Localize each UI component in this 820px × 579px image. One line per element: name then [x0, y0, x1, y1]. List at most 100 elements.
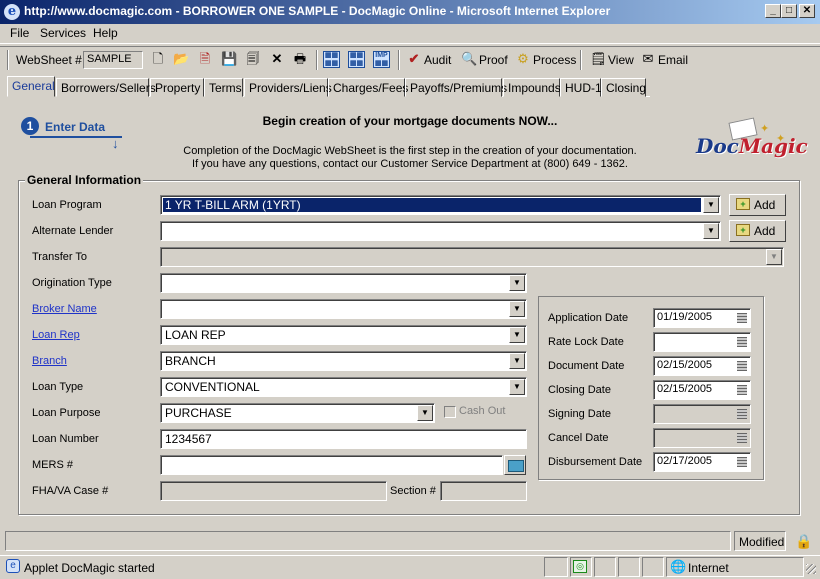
origination-type-label: Origination Type — [32, 277, 112, 289]
view-button[interactable]: View — [608, 53, 634, 67]
loan-rep-value: LOAN REP — [165, 328, 226, 342]
email-icon[interactable]: ✉ — [640, 51, 656, 67]
loan-purpose-value: PURCHASE — [165, 406, 232, 420]
resize-grip[interactable] — [806, 564, 816, 574]
loan-program-label: Loan Program — [32, 199, 102, 211]
tab-closing[interactable]: Closing — [601, 78, 646, 97]
branch-link[interactable]: Branch — [32, 355, 67, 367]
mers-input[interactable] — [160, 455, 503, 475]
menu-help[interactable]: Help — [93, 26, 118, 40]
open-folder-icon[interactable]: 📂 — [173, 51, 189, 67]
application-date-value: 01/19/2005 — [657, 311, 713, 323]
tab-general[interactable]: General — [7, 76, 55, 97]
save-icon[interactable]: 💾 — [221, 51, 237, 67]
new-from-template-icon[interactable]: 🗎 — [197, 51, 213, 67]
window-title: http://www.docmagic.com - BORROWER ONE S… — [24, 4, 611, 18]
loan-rep-link[interactable]: Loan Rep — [32, 329, 80, 341]
view-document-icon[interactable]: 🗒 — [590, 51, 607, 67]
page-heading: Begin creation of your mortgage document… — [262, 114, 558, 128]
title-bar: e http://www.docmagic.com - BORROWER ONE… — [0, 0, 820, 24]
origination-type-select[interactable]: ▼ — [160, 273, 527, 293]
tab-providers-liens[interactable]: Providers/Liens — [244, 78, 332, 97]
status-pane — [642, 557, 664, 577]
rate-lock-date-input[interactable] — [653, 332, 751, 352]
loan-number-label: Loan Number — [32, 433, 99, 445]
delete-icon[interactable]: ✕ — [269, 51, 285, 67]
process-button[interactable]: Process — [533, 53, 576, 67]
application-date-input[interactable]: 01/19/2005 — [653, 308, 751, 328]
process-gear-icon[interactable]: ⚙ — [515, 51, 531, 67]
chevron-down-icon[interactable]: ▼ — [509, 301, 525, 317]
step-underline — [30, 136, 122, 138]
menu-services[interactable]: Services — [40, 26, 86, 40]
loan-purpose-select[interactable]: PURCHASE ▼ — [160, 403, 435, 423]
calendar-icon[interactable] — [735, 382, 749, 398]
loan-rep-select[interactable]: LOAN REP ▼ — [160, 325, 527, 345]
tab-terms[interactable]: Terms — [204, 78, 243, 97]
add-button-label: Add — [754, 198, 776, 212]
proof-button[interactable]: Proof — [479, 53, 508, 67]
add-alternate-lender-button[interactable]: + Add — [729, 220, 786, 242]
document-date-input[interactable]: 02/15/2005 — [653, 356, 751, 376]
tab-property[interactable]: Property — [150, 78, 204, 97]
close-button[interactable]: ✕ — [799, 4, 815, 18]
websheet-number-field[interactable]: SAMPLE — [83, 51, 143, 69]
logo-wordmark: DocMagic — [696, 134, 808, 158]
calendar-icon[interactable] — [735, 334, 749, 350]
grid-tool-2-icon[interactable]: ▦▦ ▦▦ — [348, 51, 365, 68]
calendar-icon[interactable] — [735, 358, 749, 374]
tab-charges-fees[interactable]: Charges/Fees — [328, 78, 408, 97]
loan-type-select[interactable]: CONVENTIONAL ▼ — [160, 377, 527, 397]
closing-date-input[interactable]: 02/15/2005 — [653, 380, 751, 400]
new-document-icon[interactable]: 🗋 — [150, 51, 166, 67]
disbursement-date-value: 02/17/2005 — [657, 455, 713, 467]
chevron-down-icon[interactable]: ▼ — [509, 275, 525, 291]
cash-out-checkbox[interactable] — [444, 406, 456, 418]
audit-button[interactable]: Audit — [424, 53, 451, 67]
add-loan-program-button[interactable]: + Add — [729, 194, 786, 216]
chevron-down-icon[interactable]: ▼ — [703, 197, 719, 213]
tab-impounds[interactable]: Impounds — [503, 78, 561, 97]
disbursement-date-input[interactable]: 02/17/2005 — [653, 452, 751, 472]
chevron-down-icon[interactable]: ▼ — [417, 405, 433, 421]
email-button[interactable]: Email — [658, 53, 688, 67]
maximize-button[interactable]: □ — [781, 4, 797, 18]
calendar-icon — [735, 430, 749, 446]
toolbar-separator — [580, 50, 582, 70]
tab-borrowers-sellers[interactable]: Borrowers/Sellers — [56, 78, 156, 97]
save-as-icon[interactable]: 🗐 — [245, 51, 261, 67]
page-icon: e — [6, 559, 20, 573]
status-pane — [544, 557, 568, 577]
loan-number-input[interactable]: 1234567 — [160, 429, 527, 449]
loan-type-value: CONVENTIONAL — [165, 380, 260, 394]
tab-payoffs-premiums[interactable]: Payoffs/Premiums — [405, 78, 507, 97]
calendar-icon[interactable] — [735, 310, 749, 326]
branch-value: BRANCH — [165, 354, 216, 368]
branch-select[interactable]: BRANCH ▼ — [160, 351, 527, 371]
chevron-down-icon: ▼ — [766, 249, 782, 265]
chevron-down-icon[interactable]: ▼ — [509, 353, 525, 369]
audit-check-icon[interactable]: ✔ — [406, 51, 422, 67]
document-date-value: 02/15/2005 — [657, 359, 713, 371]
intro-line-2: If you have any questions, contact our C… — [192, 158, 628, 170]
grid-tool-1-icon[interactable]: ▦▦ ▦▦ — [323, 51, 340, 68]
closing-date-value: 02/15/2005 — [657, 383, 713, 395]
mers-calculator-button[interactable] — [504, 455, 526, 475]
broker-name-select[interactable]: ▼ — [160, 299, 527, 319]
chevron-down-icon[interactable]: ▼ — [703, 223, 719, 239]
chevron-down-icon[interactable]: ▼ — [509, 327, 525, 343]
chevron-down-icon[interactable]: ▼ — [509, 379, 525, 395]
alternate-lender-select[interactable]: ▼ — [160, 221, 721, 241]
broker-name-link[interactable]: Broker Name — [32, 303, 97, 315]
proof-magnifier-icon[interactable]: 🔍 — [461, 51, 477, 67]
tab-hud-1[interactable]: HUD-1 — [560, 78, 602, 97]
loan-program-select[interactable]: 1 YR T-BILL ARM (1YRT) ▼ — [160, 195, 721, 215]
menu-file[interactable]: File — [10, 26, 29, 40]
signing-date-label: Signing Date — [548, 408, 611, 420]
calendar-icon[interactable] — [735, 454, 749, 470]
import-icon[interactable]: IMP ▦▦ — [373, 51, 390, 68]
minimize-button[interactable]: _ — [765, 4, 781, 18]
print-icon[interactable]: 🖶 — [292, 51, 308, 67]
application-date-label: Application Date — [548, 312, 629, 324]
cancel-date-label: Cancel Date — [548, 432, 609, 444]
